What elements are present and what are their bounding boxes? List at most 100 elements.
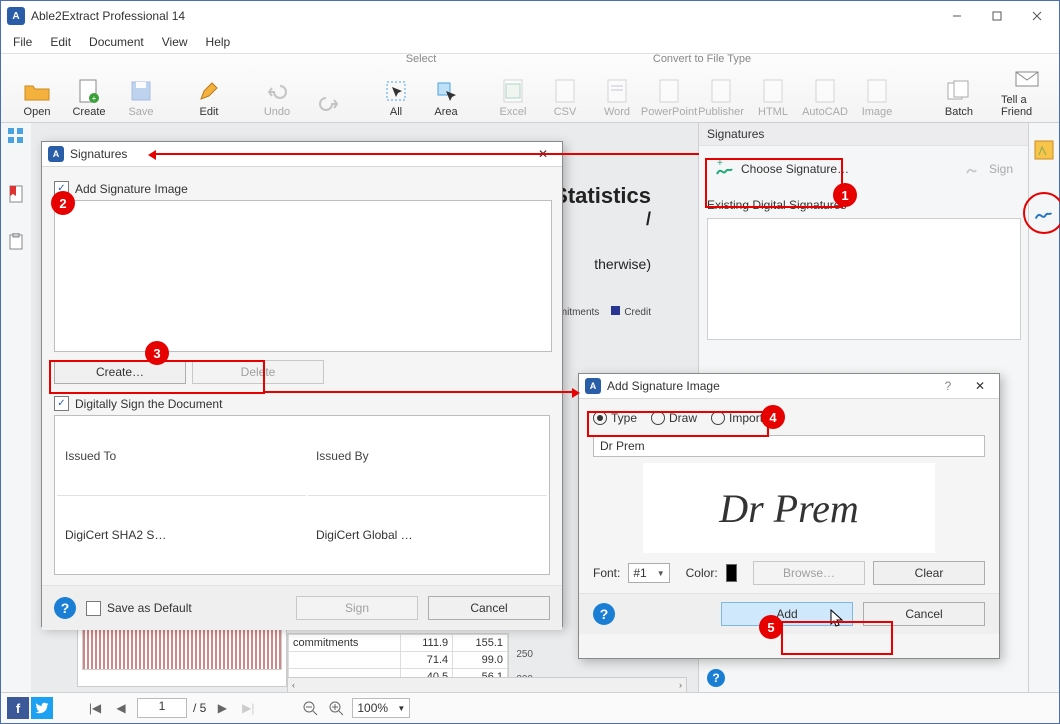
save-as-default-label: Save as Default xyxy=(107,601,192,615)
menubar: File Edit Document View Help xyxy=(1,31,1059,54)
cancel-button[interactable]: Cancel xyxy=(863,602,985,626)
svg-text:+: + xyxy=(92,94,97,103)
panel-sign-button: Sign xyxy=(957,157,1021,181)
zoom-in-button[interactable] xyxy=(326,698,346,718)
menu-help[interactable]: Help xyxy=(198,32,239,52)
sign-button: Sign xyxy=(296,596,418,620)
dialog-titlebar: A Add Signature Image ? ✕ xyxy=(579,374,999,399)
last-page-button[interactable]: ▶| xyxy=(238,698,258,718)
main-toolbar: Open +Create Save Edit Undo Select All A… xyxy=(1,54,1059,123)
tool-html[interactable]: HTML xyxy=(747,60,799,120)
annotate-icon[interactable] xyxy=(1033,139,1055,164)
add-signature-dialog: A Add Signature Image ? ✕ Type Draw Impo… xyxy=(578,373,1000,659)
titlebar: A Able2Extract Professional 14 xyxy=(1,1,1059,31)
app-icon: A xyxy=(7,7,25,25)
first-page-button[interactable]: |◀ xyxy=(85,698,105,718)
col-issued-by: Issued By xyxy=(308,418,547,496)
annotation-badge-1: 1 xyxy=(833,183,857,207)
tool-word[interactable]: Word xyxy=(591,60,643,120)
dialog-close-button[interactable]: ✕ xyxy=(967,376,993,396)
browse-button: Browse… xyxy=(753,561,865,585)
col-issued-to: Issued To xyxy=(57,418,306,496)
signatures-dialog: A Signatures ✕ ✓ Add Signature Image Cre… xyxy=(41,141,563,627)
cancel-button[interactable]: Cancel xyxy=(428,596,550,620)
menu-view[interactable]: View xyxy=(154,32,196,52)
annotation-badge-2: 2 xyxy=(51,191,75,215)
dialog-title: Add Signature Image xyxy=(607,379,720,393)
clear-button[interactable]: Clear xyxy=(873,561,985,585)
annotation-badge-3: 3 xyxy=(145,341,169,365)
maximize-button[interactable] xyxy=(977,1,1017,31)
dialog-title: Signatures xyxy=(70,147,127,161)
tool-undo[interactable]: Undo xyxy=(251,60,303,120)
right-rail xyxy=(1028,123,1059,693)
digitally-sign-checkbox[interactable]: ✓ xyxy=(54,396,69,411)
tool-publisher[interactable]: Publisher xyxy=(695,60,747,120)
existing-signatures-label: Existing Digital Signatures xyxy=(699,192,1029,218)
clipboard-icon[interactable] xyxy=(7,233,25,251)
create-signature-button[interactable]: Create… xyxy=(54,360,186,384)
choose-signature-button[interactable]: + Choose Signature… xyxy=(707,156,857,182)
font-combo[interactable]: #1▼ xyxy=(628,563,669,583)
twitter-icon[interactable] xyxy=(31,697,53,719)
app-window: A Able2Extract Professional 14 File Edit… xyxy=(0,0,1060,724)
horizontal-scrollbar[interactable]: ‹› xyxy=(287,677,687,693)
panel-help-icon[interactable]: ? xyxy=(707,669,725,687)
tool-create[interactable]: +Create xyxy=(63,60,115,120)
menu-document[interactable]: Document xyxy=(81,32,152,52)
zoom-combo[interactable]: 100%▼ xyxy=(352,698,410,718)
existing-signatures-list[interactable] xyxy=(707,218,1021,340)
tool-powerpoint[interactable]: PowerPoint xyxy=(643,60,695,120)
tool-autocad[interactable]: AutoCAD xyxy=(799,60,851,120)
signature-preview: Dr Prem xyxy=(643,463,935,553)
font-label: Font: xyxy=(593,566,620,580)
facebook-icon[interactable]: f xyxy=(7,697,29,719)
thumbnails-grid-icon[interactable] xyxy=(7,127,25,145)
mode-type-radio[interactable]: Type xyxy=(593,411,637,425)
menu-file[interactable]: File xyxy=(5,32,40,52)
signature-text-input[interactable]: Dr Prem xyxy=(593,435,985,457)
close-button[interactable] xyxy=(1017,1,1057,31)
annotation-badge-4: 4 xyxy=(761,405,785,429)
svg-text:+: + xyxy=(717,160,723,169)
tool-tell-a-friend[interactable]: Tell a Friend xyxy=(1001,60,1053,120)
tool-excel[interactable]: Excel xyxy=(487,60,539,120)
digitally-sign-label: Digitally Sign the Document xyxy=(75,397,222,411)
next-page-button[interactable]: ▶ xyxy=(212,698,232,718)
tool-redo[interactable] xyxy=(303,60,355,120)
minimize-button[interactable] xyxy=(937,1,977,31)
statusbar: f |◀ ◀ 1 / 5 ▶ ▶| 100%▼ xyxy=(1,692,1059,723)
signature-tool-icon[interactable] xyxy=(1023,192,1060,234)
tool-open[interactable]: Open xyxy=(11,60,63,120)
tool-save[interactable]: Save xyxy=(115,60,167,120)
mode-import-radio[interactable]: Import xyxy=(711,411,763,425)
page-number-input[interactable]: 1 xyxy=(137,698,187,718)
add-button[interactable]: Add xyxy=(721,602,853,626)
tool-image[interactable]: Image xyxy=(851,60,903,120)
bookmark-icon[interactable] xyxy=(7,185,25,203)
tool-edit[interactable]: Edit xyxy=(183,60,235,120)
dialog-help-icon[interactable]: ? xyxy=(593,603,615,625)
mode-draw-radio[interactable]: Draw xyxy=(651,411,697,425)
page-total-label: / 5 xyxy=(193,701,206,715)
tool-select-area[interactable]: Area xyxy=(421,60,471,120)
color-swatch[interactable] xyxy=(726,564,737,582)
dialog-help-qmark[interactable]: ? xyxy=(935,376,961,396)
tool-select-all[interactable]: All xyxy=(371,60,421,120)
menu-edit[interactable]: Edit xyxy=(42,32,79,52)
zoom-out-button[interactable] xyxy=(300,698,320,718)
annotation-arrow-3 xyxy=(265,391,577,393)
certificate-table[interactable]: Issued ToIssued By DigiCert SHA2 S…DigiC… xyxy=(54,415,550,575)
dialog-help-icon[interactable]: ? xyxy=(54,597,76,619)
table-row[interactable]: DigiCert SHA2 S…DigiCert Global … xyxy=(57,498,547,572)
delete-signature-button: Delete xyxy=(192,360,324,384)
save-as-default-checkbox[interactable] xyxy=(86,601,101,616)
tool-batch[interactable]: Batch xyxy=(933,60,985,120)
prev-page-button[interactable]: ◀ xyxy=(111,698,131,718)
tool-csv[interactable]: CSV xyxy=(539,60,591,120)
add-signature-image-label: Add Signature Image xyxy=(75,182,188,196)
color-label: Color: xyxy=(686,566,718,580)
left-rail xyxy=(1,123,32,693)
app-title: Able2Extract Professional 14 xyxy=(31,9,185,23)
toolbar-group-convert: Convert to File Type xyxy=(481,53,923,65)
